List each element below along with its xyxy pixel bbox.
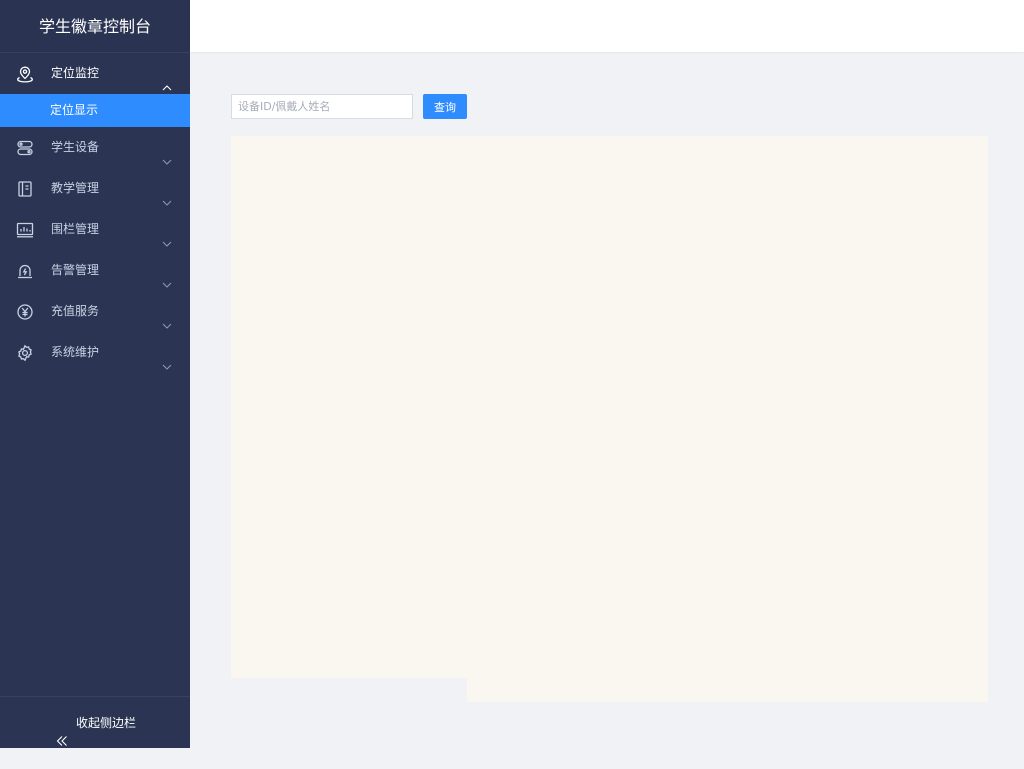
location-pin-icon: [16, 65, 34, 83]
sidebar: 学生徽章控制台 定位监控 定位显示 学生设备 教学管理 围栏管理 告警管理 充值…: [0, 0, 190, 748]
map-view[interactable]: [231, 136, 988, 678]
sidebar-subitem-location-display[interactable]: 定位显示: [0, 94, 190, 127]
chevron-down-icon: [162, 143, 172, 165]
chevron-down-icon: [162, 225, 172, 247]
sidebar-item-label: 告警管理: [51, 263, 100, 277]
top-header-bar: [190, 0, 1024, 52]
chevron-down-icon: [162, 266, 172, 288]
search-button[interactable]: 查询: [423, 94, 467, 119]
chevron-down-icon: [162, 348, 172, 370]
chart-monitor-icon: [16, 221, 34, 239]
sidebar-item-label: 教学管理: [51, 181, 100, 195]
sidebar-item-location-monitor[interactable]: 定位监控: [0, 53, 190, 94]
alarm-icon: [16, 262, 34, 280]
sidebar-item-label: 定位监控: [51, 66, 100, 80]
chevron-down-icon: [162, 184, 172, 206]
chevron-down-icon: [162, 307, 172, 329]
book-icon: [16, 180, 34, 198]
chevron-up-icon: [162, 69, 172, 91]
search-input[interactable]: [231, 94, 413, 119]
app-title: 学生徽章控制台: [0, 0, 190, 53]
double-chevron-left-icon: [56, 717, 68, 746]
sidebar-item-label: 系统维护: [51, 345, 100, 359]
gear-icon: [16, 344, 34, 362]
yen-circle-icon: [16, 303, 34, 321]
sidebar-item-recharge-service[interactable]: 充值服务: [0, 291, 190, 332]
sidebar-item-student-devices[interactable]: 学生设备: [0, 127, 190, 168]
collapse-sidebar-button[interactable]: 收起侧边栏: [0, 696, 190, 748]
sidebar-item-fence-management[interactable]: 围栏管理: [0, 209, 190, 250]
sidebar-item-alarm-management[interactable]: 告警管理: [0, 250, 190, 291]
sidebar-menu: 定位监控 定位显示 学生设备 教学管理 围栏管理 告警管理 充值服务 系统维护: [0, 53, 190, 373]
device-toggle-icon: [16, 139, 34, 157]
sidebar-item-label: 围栏管理: [51, 222, 100, 236]
collapse-sidebar-label: 收起侧边栏: [76, 716, 137, 730]
sidebar-item-label: 学生设备: [51, 140, 100, 154]
map-view-extension: [467, 678, 988, 702]
sidebar-item-label: 充值服务: [51, 304, 100, 318]
sidebar-item-teaching-management[interactable]: 教学管理: [0, 168, 190, 209]
sidebar-item-system-maintenance[interactable]: 系统维护: [0, 332, 190, 373]
